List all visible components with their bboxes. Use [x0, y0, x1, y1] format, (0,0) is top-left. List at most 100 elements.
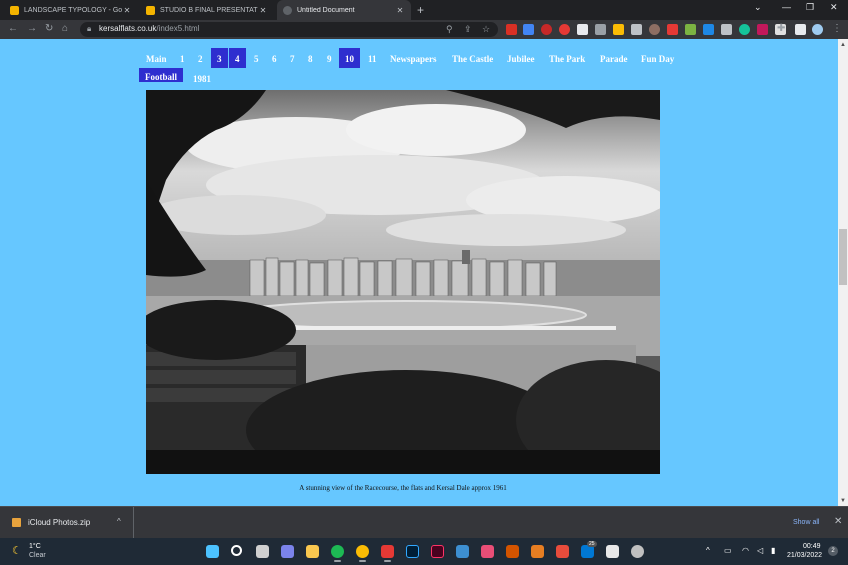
extension-icon[interactable] — [757, 24, 768, 35]
tab-title: STUDIO B FINAL PRESENTATION — [160, 6, 258, 14]
nav-link-1981[interactable]: 1981 — [187, 71, 217, 87]
app-icon[interactable] — [531, 545, 544, 558]
download-item[interactable]: iCloud Photos.zip ^ — [0, 507, 134, 539]
nav-link-newspapers[interactable]: Newspapers — [384, 51, 443, 67]
windows-taskbar: ☾ 1°C Clear 25 ^ ▭ ◠ ◁ ▮ 00:49 21/03/202… — [0, 538, 848, 565]
extension-icon[interactable] — [577, 24, 588, 35]
chevron-up-icon[interactable]: ^ — [706, 546, 710, 555]
url-text: kersalflats.co.uk/index5.html — [99, 24, 200, 33]
photoshop-icon[interactable] — [406, 545, 419, 558]
more-menu-icon[interactable]: ⋮ — [832, 23, 842, 34]
nav-link-6[interactable]: 6 — [266, 51, 283, 67]
app-icon[interactable] — [456, 545, 469, 558]
app-icon[interactable] — [556, 545, 569, 558]
chevron-up-icon[interactable]: ^ — [117, 517, 121, 526]
search-icon[interactable] — [231, 545, 242, 556]
extensions-puzzle-icon[interactable]: ✚ — [777, 23, 785, 34]
restore-button[interactable]: ❐ — [806, 2, 814, 13]
weather-condition[interactable]: Clear — [29, 552, 46, 559]
tab-landscape-typology[interactable]: LANDSCAPE TYPOLOGY - Google ✕ — [4, 0, 138, 20]
indesign-icon[interactable] — [431, 545, 444, 558]
back-button[interactable]: ← — [8, 23, 18, 34]
tab-studio-b[interactable]: STUDIO B FINAL PRESENTATION ✕ — [140, 0, 274, 20]
close-downloads-icon[interactable]: ✕ — [834, 516, 842, 527]
extension-icon[interactable] — [721, 24, 732, 35]
page-scrollbar[interactable]: ▲ ▼ — [838, 39, 848, 506]
moon-weather-icon[interactable]: ☾ — [12, 544, 22, 557]
tab-search-icon[interactable]: ⌄ — [754, 2, 762, 13]
wifi-icon[interactable]: ◠ — [742, 546, 749, 555]
extension-icon[interactable] — [523, 24, 534, 35]
google-slides-icon — [146, 5, 155, 15]
teams-chat-icon[interactable] — [281, 545, 294, 558]
file-explorer-icon[interactable] — [306, 545, 319, 558]
battery-icon[interactable]: ▮ — [771, 546, 775, 555]
extension-icon[interactable] — [595, 24, 606, 35]
extension-icon[interactable] — [506, 24, 517, 35]
store-icon[interactable] — [606, 545, 619, 558]
scrollbar-thumb[interactable] — [839, 229, 847, 285]
extension-icon[interactable] — [613, 24, 624, 35]
chrome-icon[interactable] — [356, 545, 369, 562]
nav-link-the-castle[interactable]: The Castle — [446, 51, 499, 67]
notification-badge[interactable]: 2 — [828, 546, 838, 556]
nav-link-9[interactable]: 9 — [321, 51, 338, 67]
nav-link-7[interactable]: 7 — [284, 51, 301, 67]
search-icon[interactable]: ⚲ — [446, 24, 453, 35]
extension-icon[interactable] — [649, 24, 660, 35]
tab-untitled-document[interactable]: Untitled Document ✕ — [277, 0, 411, 20]
close-icon[interactable]: ✕ — [258, 6, 268, 15]
lock-icon[interactable]: 🔒︎ — [87, 24, 91, 34]
spotify-icon[interactable] — [331, 545, 344, 562]
nav-link-5[interactable]: 5 — [248, 51, 265, 67]
adblock-icon[interactable] — [559, 24, 570, 35]
clock-date[interactable]: 21/03/2022 — [787, 552, 822, 559]
window-close-button[interactable]: ✕ — [830, 2, 838, 13]
nav-link-11[interactable]: 11 — [362, 51, 383, 67]
app-icon[interactable] — [506, 545, 519, 558]
nav-link-3[interactable]: 3 — [211, 48, 228, 68]
forward-button[interactable]: → — [27, 23, 37, 34]
app-icon[interactable] — [631, 545, 644, 558]
nav-link-fun-day[interactable]: Fun Day — [635, 51, 680, 67]
nav-link-1[interactable]: 1 — [174, 51, 191, 67]
windows-start-icon[interactable] — [206, 545, 219, 558]
show-all-downloads-link[interactable]: Show all — [793, 519, 819, 526]
nav-link-parade[interactable]: Parade — [594, 51, 634, 67]
nav-link-the-park[interactable]: The Park — [543, 51, 591, 67]
share-icon[interactable]: ⇪ — [464, 24, 472, 35]
new-tab-button[interactable]: + — [417, 3, 424, 17]
url-path: /index5.html — [156, 24, 200, 33]
nav-link-10[interactable]: 10 — [339, 48, 360, 68]
nav-link-2[interactable]: 2 — [192, 51, 209, 67]
acrobat-icon[interactable] — [381, 545, 394, 562]
app-icon[interactable] — [481, 545, 494, 558]
minimize-button[interactable]: — — [782, 2, 791, 12]
nav-link-jubilee[interactable]: Jubilee — [501, 51, 541, 67]
avatar[interactable] — [812, 24, 823, 35]
extension-icon[interactable] — [703, 24, 714, 35]
scroll-down-icon[interactable]: ▼ — [840, 498, 846, 504]
nav-link-4[interactable]: 4 — [229, 48, 246, 68]
extension-icon[interactable] — [685, 24, 696, 35]
task-view-icon[interactable] — [256, 545, 269, 558]
reload-button[interactable]: ↻ — [45, 23, 53, 34]
address-bar[interactable]: 🔒︎ kersalflats.co.uk/index5.html ⚲ ⇪ ☆ — [80, 22, 498, 37]
close-icon[interactable]: ✕ — [122, 6, 132, 15]
nav-link-main[interactable]: Main — [140, 51, 173, 67]
volume-icon[interactable]: ◁ — [757, 546, 763, 555]
scroll-up-icon[interactable]: ▲ — [840, 42, 846, 48]
nav-link-football[interactable]: Football — [139, 68, 184, 82]
close-icon[interactable]: ✕ — [395, 6, 405, 15]
extension-icon[interactable] — [667, 24, 678, 35]
extension-icon[interactable] — [631, 24, 642, 35]
clock-time[interactable]: 00:49 — [803, 543, 821, 550]
nav-link-8[interactable]: 8 — [302, 51, 319, 67]
grammarly-icon[interactable] — [739, 24, 750, 35]
extension-icon[interactable] — [541, 24, 552, 35]
display-icon[interactable]: ▭ — [724, 546, 732, 555]
home-button[interactable]: ⌂ — [62, 23, 68, 34]
bookmark-star-icon[interactable]: ☆ — [482, 24, 490, 35]
sidebar-icon[interactable] — [795, 24, 806, 35]
weather-temperature[interactable]: 1°C — [29, 543, 41, 550]
